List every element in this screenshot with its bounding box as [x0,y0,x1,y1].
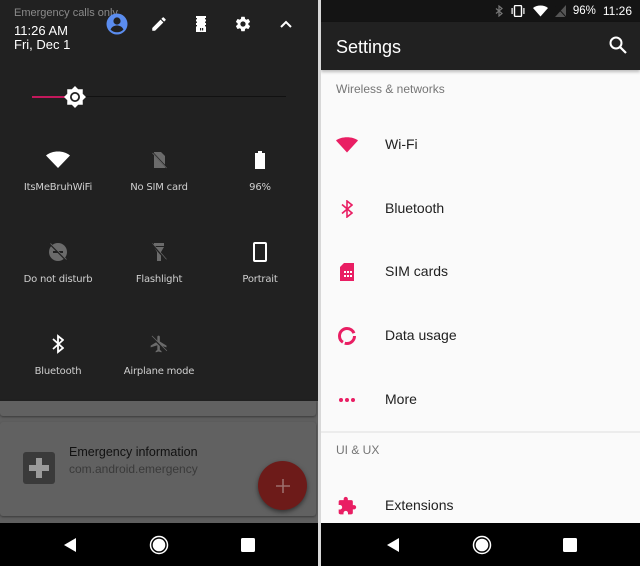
recents-icon [241,538,255,552]
settings-icon[interactable] [232,13,254,35]
page-title: Settings [336,37,402,57]
brightness-slider-thumb[interactable] [64,86,87,108]
bluetooth-icon [495,5,503,17]
extension-icon [335,494,359,518]
do-not-disturb-off-icon [8,240,108,264]
tile-label: Flashlight [135,274,183,285]
battery-icon [210,148,310,172]
battery-percent: 96% [572,5,596,17]
sim-card-icon [335,260,359,284]
tile-airplane-mode[interactable]: Airplane mode [109,332,209,377]
back-button[interactable] [58,533,82,557]
home-button[interactable] [147,533,171,557]
add-fab-button[interactable] [258,461,307,510]
quick-settings-panel: Emergency calls only 11:26 AM Fri, Dec 1… [0,0,318,566]
settings-item-more[interactable]: More [321,370,640,430]
data-usage-icon [335,324,359,348]
tile-flashlight[interactable]: Flashlight [109,240,209,285]
tile-label: Do not disturb [23,274,93,285]
status-bar: 96% 11:26 [321,0,640,22]
tile-label: 96% [249,182,271,193]
tile-label: Portrait [242,274,278,285]
tile-rotation[interactable]: Portrait [210,240,310,285]
edit-icon[interactable] [148,13,170,35]
settings-item-data-usage[interactable]: Data usage [321,306,640,366]
tile-label: Airplane mode [123,366,195,377]
home-button[interactable] [470,533,494,557]
airplane-off-icon [109,332,209,356]
nav-bar-right [321,523,640,566]
settings-item-label: Wi-Fi [385,136,418,152]
more-icon [335,388,359,412]
app-bar: Settings [321,22,640,70]
emergency-info-icon [23,452,55,484]
tile-bluetooth[interactable]: Bluetooth [8,332,108,377]
settings-item-sim-cards[interactable]: SIM cards [321,242,640,302]
flashlight-off-icon [109,240,209,264]
recents-button[interactable] [236,533,260,557]
no-sim-icon [109,148,209,172]
status-time: 11:26 [602,4,632,18]
tile-wifi[interactable]: ItsMeBruhWiFi [8,148,108,193]
tile-do-not-disturb[interactable]: Do not disturb [8,240,108,285]
storage-icon[interactable] [190,13,212,35]
home-icon [149,535,169,555]
plus-icon [275,478,290,493]
search-icon [609,36,627,54]
settings-item-bluetooth[interactable]: Bluetooth [321,179,640,239]
back-button[interactable] [381,533,405,557]
account-icon[interactable] [106,13,128,35]
section-header-ui-ux: UI & UX [336,443,380,457]
tile-label: No SIM card [130,182,188,193]
quick-settings-shade: Emergency calls only 11:26 AM Fri, Dec 1… [0,0,318,401]
recents-button[interactable] [558,533,582,557]
tile-sim[interactable]: No SIM card [109,148,209,193]
search-button[interactable] [608,35,630,57]
section-divider [321,431,640,433]
notification-card-previous[interactable] [0,401,316,416]
tile-label: ItsMeBruhWiFi [23,182,93,193]
section-header-wireless: Wireless & networks [336,82,445,96]
portrait-icon [210,240,310,264]
notification-package: com.android.emergency [69,462,198,476]
recents-icon [563,538,577,552]
home-icon [472,535,492,555]
back-icon [387,538,399,552]
back-icon [64,538,76,552]
carrier-status: Emergency calls only [14,7,118,19]
settings-item-wifi[interactable]: Wi-Fi [321,115,640,175]
collapse-icon[interactable] [275,13,297,35]
no-signal-icon [554,5,566,17]
settings-item-label: SIM cards [385,263,449,279]
settings-item-label: Extensions [385,497,454,513]
nav-bar-left [0,523,318,566]
vibrate-icon [511,5,525,17]
settings-item-label: Bluetooth [385,200,445,216]
bluetooth-icon [8,332,108,356]
settings-item-label: More [385,391,417,407]
settings-item-label: Data usage [385,327,457,343]
tile-label: Bluetooth [34,366,82,377]
settings-panel: 96% 11:26 Settings Wireless & networks W… [321,0,640,566]
clock[interactable]: 11:26 AM [14,23,68,38]
notification-title: Emergency information [69,445,198,459]
wifi-icon [335,133,359,157]
tile-battery[interactable]: 96% [210,148,310,193]
date[interactable]: Fri, Dec 1 [14,37,70,52]
wifi-icon [8,148,108,172]
wifi-signal-icon [532,5,548,17]
bluetooth-icon [335,197,359,221]
